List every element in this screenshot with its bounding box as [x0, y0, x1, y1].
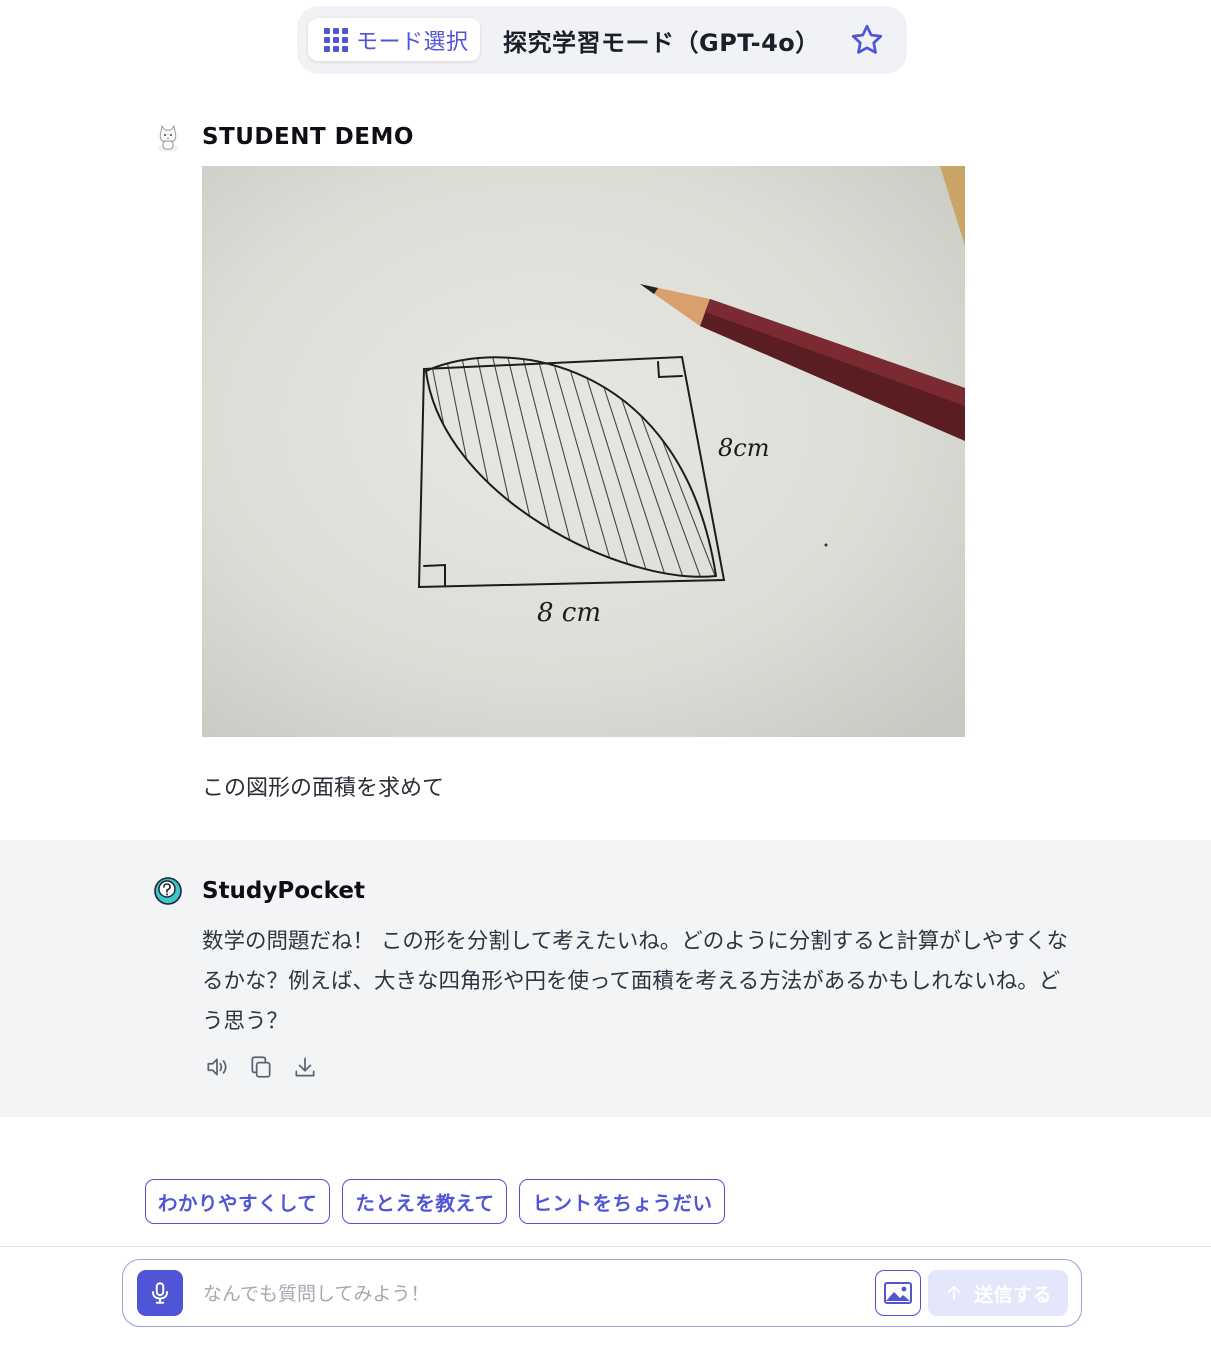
composer: 送信する [122, 1259, 1082, 1327]
send-label: 送信する [973, 1283, 1052, 1306]
grid-icon [324, 27, 348, 52]
star-icon[interactable] [849, 22, 885, 58]
uploaded-photo: 8cm 8 cm [202, 166, 965, 737]
image-icon [884, 1282, 912, 1304]
quick-reply-simplify[interactable]: わかりやすくして [145, 1179, 331, 1224]
divider [0, 1246, 1211, 1247]
studypocket-logo-icon [154, 877, 182, 905]
send-button[interactable]: 送信する [928, 1270, 1068, 1316]
student-name: STUDENT DEMO [202, 124, 414, 150]
mode-title: 探究学習モード（GPT-4o） [503, 29, 820, 57]
message-input[interactable] [203, 1272, 863, 1316]
mode-select-button[interactable]: モード選択 [308, 18, 480, 61]
assistant-name: StudyPocket [202, 878, 365, 904]
student-avatar [158, 124, 178, 152]
mic-button[interactable] [137, 1270, 183, 1316]
assistant-message: StudyPocket 数学の問題だね！ この形を分割して考えたいね。どのように… [0, 840, 1211, 1117]
image-upload-button[interactable] [875, 1270, 921, 1316]
photo-label-right: 8cm [718, 434, 769, 462]
quick-reply-hint[interactable]: ヒントをちょうだい [519, 1179, 726, 1224]
quick-reply-example[interactable]: たとえを教えて [342, 1179, 508, 1224]
speaker-icon[interactable] [204, 1054, 230, 1080]
student-message-text: この図形の面積を求めて [202, 776, 445, 801]
mode-select-label: モード選択 [356, 29, 469, 55]
quick-replies: わかりやすくして たとえを教えて ヒントをちょうだい [145, 1179, 726, 1224]
photo-label-bottom: 8 cm [537, 598, 601, 628]
assistant-message-text: 数学の問題だね！ この形を分割して考えたいね。どのように分割すると計算がしやすく… [202, 929, 1068, 1034]
mode-bar: モード選択 探究学習モード（GPT-4o） [297, 6, 907, 74]
download-icon[interactable] [292, 1054, 318, 1080]
copy-icon[interactable] [248, 1054, 274, 1080]
message-actions [204, 1054, 318, 1080]
microphone-icon [151, 1282, 169, 1304]
arrow-up-icon [947, 1285, 961, 1301]
